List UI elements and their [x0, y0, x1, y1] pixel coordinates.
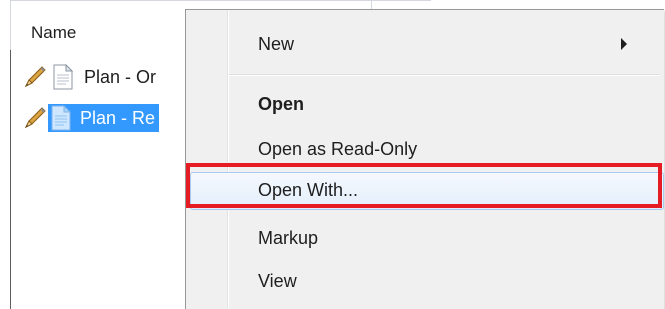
screenshot-root: Name Plan - Or Plan - Re New Open Open a…: [0, 0, 665, 309]
menu-item-view[interactable]: View: [186, 263, 664, 299]
file-name: Plan - Or: [84, 66, 157, 87]
document-icon: [53, 64, 74, 90]
pane-border: [10, 50, 11, 309]
file-row-selected[interactable]: Plan - Re: [22, 104, 160, 132]
file-name: Plan - Re: [80, 107, 156, 128]
menu-item-label: Open: [258, 94, 305, 114]
pencil-icon: [24, 107, 46, 129]
menu-item-label: Open With...: [258, 180, 359, 200]
column-header-label: Name: [31, 23, 77, 42]
submenu-arrow-icon: [621, 38, 627, 50]
menu-item-label: Markup: [258, 228, 319, 248]
menu-separator: [229, 74, 659, 76]
menu-item-label: Open as Read-Only: [258, 139, 418, 159]
menu-item-open-with[interactable]: Open With...: [186, 170, 664, 210]
pencil-icon: [24, 66, 46, 88]
selection-highlight: Plan - Re: [48, 104, 160, 132]
menu-item-markup[interactable]: Markup: [186, 220, 664, 256]
menu-item-label: View: [258, 271, 297, 291]
menu-item-label: New: [258, 34, 295, 54]
menu-item-open-read-only[interactable]: Open as Read-Only: [186, 131, 664, 167]
file-row[interactable]: Plan - Or: [22, 63, 160, 91]
context-menu: New Open Open as Read-Only Open With... …: [185, 9, 664, 309]
menu-item-new[interactable]: New: [186, 26, 664, 62]
menu-item-open[interactable]: Open: [186, 86, 664, 122]
document-icon: [51, 105, 72, 131]
